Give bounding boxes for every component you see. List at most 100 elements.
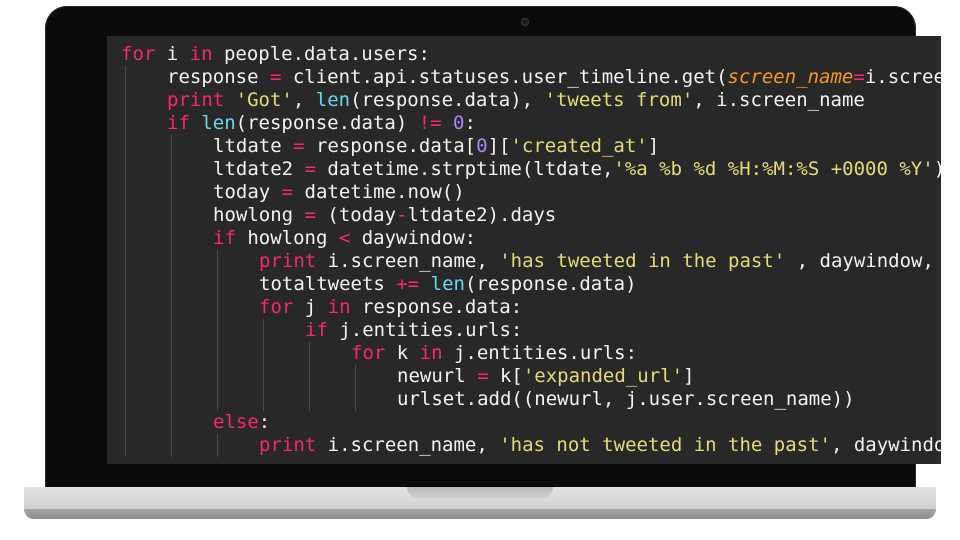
code-line-content: for j in response.data: <box>259 296 522 319</box>
code-token: ltdate2).days <box>407 204 557 226</box>
code-token: k[ <box>488 365 523 387</box>
laptop-bezel: for i in people.data.users: response = cl… <box>45 6 941 490</box>
code-token: = <box>281 181 294 203</box>
code-token: response.data: <box>350 296 523 318</box>
indent-guide <box>125 296 126 319</box>
indent-guide <box>309 388 310 411</box>
code-token: len <box>430 273 465 295</box>
code-token: : <box>464 112 476 134</box>
code-line-content: today = datetime.now() <box>213 181 465 204</box>
indent-guide <box>125 250 126 273</box>
code-token: print <box>167 89 225 111</box>
code-token: daywindow: <box>350 227 477 249</box>
code-token: ) <box>934 158 941 180</box>
indent-guide <box>309 342 310 365</box>
code-token: today <box>213 181 282 203</box>
code-token: i.screen_name <box>864 66 941 88</box>
code-token: totaltweets <box>259 273 397 295</box>
indent-guide <box>125 411 126 434</box>
code-line-content: urlset.add((newurl, j.user.screen_name)) <box>397 388 855 411</box>
code-token: for <box>351 342 386 364</box>
code-token: '%a %b %d %H:%M:%S +0000 %Y' <box>613 158 934 180</box>
code-token: k <box>385 342 420 364</box>
code-token: ][ <box>487 135 511 157</box>
code-token: , daywindow, <box>785 250 941 272</box>
code-token: (today <box>315 204 397 226</box>
code-token: howlong <box>213 204 305 226</box>
code-token: j.entities.urls: <box>327 319 523 341</box>
code-token: ltdate2 <box>213 158 305 180</box>
code-token: screen_name <box>727 66 854 88</box>
code-line-content: response = client.api.statuses.user_time… <box>167 66 941 89</box>
indent-guide <box>171 227 172 250</box>
indent-guide <box>125 112 126 135</box>
code-token: i.screen_name, <box>316 434 500 456</box>
indent-guide <box>217 319 218 342</box>
indent-guide <box>217 296 218 319</box>
indent-guide <box>171 319 172 342</box>
indent-guide <box>125 365 126 388</box>
laptop-opening-notch <box>407 487 553 498</box>
code-token: 'created_at' <box>510 135 648 157</box>
code-token: if <box>213 227 236 249</box>
code-token: = <box>477 365 489 387</box>
code-token: ltdate <box>213 135 294 157</box>
code-token: response <box>167 66 270 88</box>
indent-guide <box>263 342 264 365</box>
code-token: != <box>418 112 442 134</box>
code-token: urlset.add((newurl, j.user.screen_name)) <box>397 388 855 410</box>
code-token: 'Got' <box>235 89 293 111</box>
code-token: < <box>338 227 351 249</box>
indent-guide <box>125 158 126 181</box>
indent-guide <box>355 388 356 411</box>
code-token: in <box>327 296 351 318</box>
indent-guide <box>217 250 218 273</box>
indent-guide <box>171 411 172 434</box>
indent-guide <box>125 227 126 250</box>
code-editor-screen: for i in people.data.users: response = cl… <box>107 36 941 464</box>
code-token: in <box>419 342 443 364</box>
indent-guide <box>171 135 172 158</box>
code-token: 0 <box>476 135 488 157</box>
code-token: : <box>258 411 271 433</box>
code-line-content: if howlong < daywindow: <box>213 227 476 250</box>
code-token: in <box>189 43 213 65</box>
indent-guide <box>125 66 126 89</box>
indent-guide <box>171 181 172 204</box>
code-token: newurl <box>397 365 478 387</box>
indent-guide <box>125 342 126 365</box>
code-token: howlong <box>235 227 339 249</box>
code-token: j.entities.urls: <box>442 342 638 364</box>
indent-guide <box>125 181 126 204</box>
indent-guide <box>171 388 172 411</box>
code-token: print <box>259 250 317 272</box>
indent-guide <box>263 365 264 388</box>
code-token: response.data[ <box>304 135 477 157</box>
code-line-content: ltdate = response.data[0]['created_at'] <box>213 135 659 158</box>
code-token: = <box>269 66 282 88</box>
code-token: - <box>396 204 408 226</box>
code-token: = <box>304 158 316 180</box>
code-token: else <box>213 411 259 433</box>
code-token: ] <box>647 135 660 157</box>
indent-guide <box>355 365 356 388</box>
code-line-content: if len(response.data) != 0: <box>167 112 476 135</box>
code-token: , i.screen_name <box>693 89 865 111</box>
code-token: ] <box>683 365 695 387</box>
code-token: if <box>305 319 328 341</box>
laptop-base-edge <box>24 509 936 519</box>
code-line-content: ltdate2 = datetime.strptime(ltdate,'%a %… <box>213 158 941 181</box>
indent-guide <box>171 296 172 319</box>
code-token: for <box>259 296 294 318</box>
code-line-content: if j.entities.urls: <box>305 319 522 342</box>
code-token: , daywindow <box>830 434 941 456</box>
indent-guide <box>217 365 218 388</box>
indent-guide <box>125 388 126 411</box>
indent-guide <box>171 204 172 227</box>
code-line-content: for i in people.data.users: <box>121 43 430 66</box>
code-token: = <box>293 135 305 157</box>
code-token: (response.data), <box>350 89 545 111</box>
